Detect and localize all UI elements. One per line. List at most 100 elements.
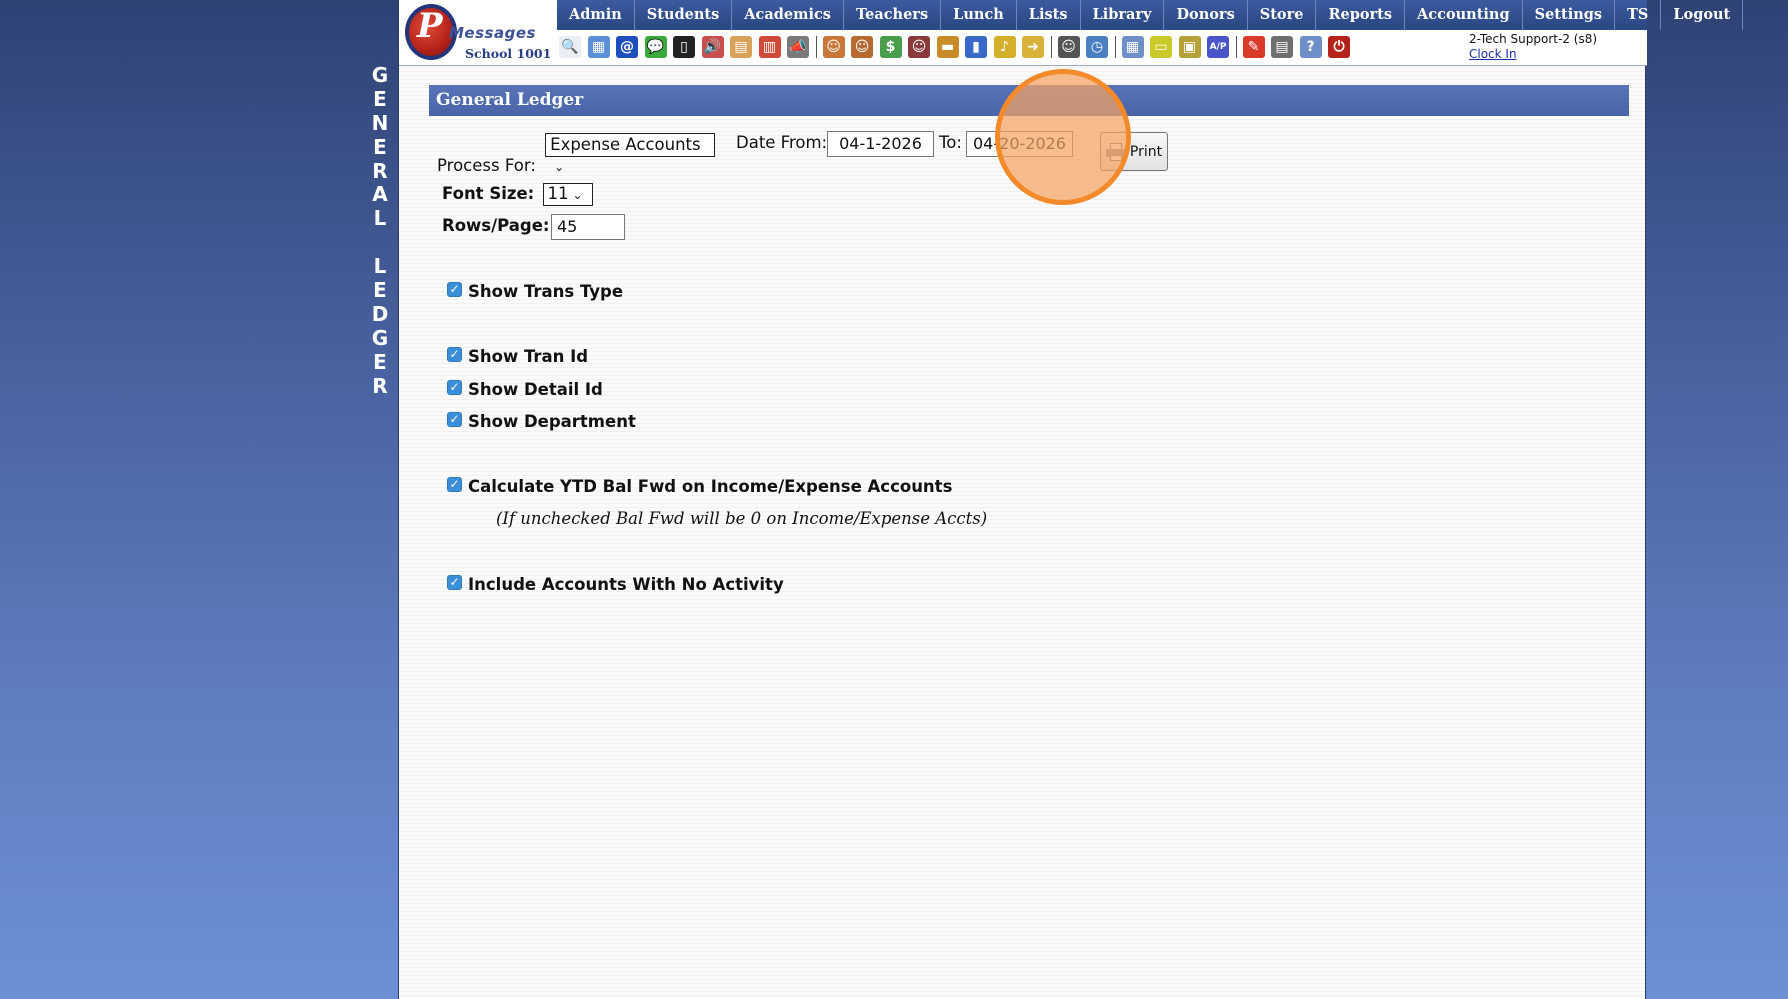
- lunch-icon[interactable]: ▬: [936, 36, 959, 58]
- calc-ytd-note: (If unchecked Bal Fwd will be 0 on Incom…: [496, 509, 988, 528]
- pdf-icon[interactable]: ✎: [1242, 36, 1265, 58]
- nav-item-admin[interactable]: Admin: [557, 0, 635, 30]
- toolbar-separator: [1050, 36, 1052, 58]
- school-logo[interactable]: P Messages School 1001: [401, 2, 555, 62]
- money-icon[interactable]: $: [879, 36, 902, 58]
- show-trans-type-checkbox[interactable]: ✓: [447, 282, 462, 297]
- book-icon[interactable]: ▮: [965, 36, 987, 58]
- nav-item-logout[interactable]: Logout: [1661, 0, 1744, 30]
- nav-item-reports[interactable]: Reports: [1316, 0, 1406, 30]
- vertical-title-letter: E: [373, 86, 387, 111]
- mobile-phone-icon[interactable]: ▯: [673, 36, 695, 58]
- page-title: General Ledger: [429, 85, 1629, 116]
- show-tran-id-checkbox[interactable]: ✓: [447, 347, 462, 362]
- date-from-input[interactable]: 04-1-2026: [827, 131, 934, 157]
- nav-item-students[interactable]: Students: [635, 0, 733, 30]
- staff-icon[interactable]: ☺: [1057, 36, 1080, 58]
- nav-item-academics[interactable]: Academics: [732, 0, 844, 30]
- rows-page-input[interactable]: 45: [551, 214, 625, 240]
- parents-icon[interactable]: ☺: [908, 36, 930, 58]
- vertical-title-letter: L: [373, 254, 387, 279]
- nav-item-settings[interactable]: Settings: [1523, 0, 1616, 30]
- calendar-icon[interactable]: ▥: [758, 36, 781, 58]
- nav-item-ts[interactable]: TS: [1615, 0, 1662, 30]
- print-button-label: Print: [1129, 143, 1163, 160]
- include-no-activity-label: Include Accounts With No Activity: [468, 575, 784, 594]
- show-detail-id-checkbox[interactable]: ✓: [447, 380, 462, 395]
- chevron-down-icon: ⌄: [554, 160, 565, 174]
- logo-school-name: School 1001: [465, 46, 552, 61]
- newsletter-icon[interactable]: ▤: [730, 36, 752, 58]
- date-to-row: To:: [939, 133, 962, 152]
- folder-arrow-icon[interactable]: ➜: [1022, 36, 1044, 58]
- chevron-down-icon: ⌄: [572, 188, 583, 202]
- toolbar-separator: [1114, 36, 1116, 58]
- bell-icon[interactable]: ♪: [993, 36, 1016, 58]
- help-icon[interactable]: ?: [1299, 36, 1322, 58]
- show-tran-id-label: Show Tran Id: [468, 347, 589, 366]
- toolbar-separator: [815, 36, 817, 58]
- date-from-row: Date From:: [736, 133, 827, 152]
- calc-ytd-checkbox[interactable]: ✓: [447, 477, 462, 492]
- date-to-label: To:: [939, 133, 962, 152]
- teacher-icon[interactable]: ☺: [851, 36, 873, 58]
- print-button[interactable]: Print: [1100, 132, 1168, 171]
- vertical-page-title: GENERALLEDGER: [368, 63, 392, 398]
- user-name: 2-Tech Support-2 (s8): [1469, 32, 1598, 46]
- process-for-row: Process For: Expense Accounts ⌄: [437, 133, 716, 175]
- accounts-payable-icon[interactable]: A/P: [1207, 36, 1229, 58]
- rows-page-row: Rows/Page:: [442, 216, 550, 235]
- clock-icon[interactable]: ◷: [1086, 36, 1108, 58]
- spreadsheet-icon[interactable]: ▦: [1121, 36, 1144, 58]
- font-size-value: 11: [547, 184, 569, 203]
- nav-item-lists[interactable]: Lists: [1017, 0, 1081, 30]
- clock-in-link[interactable]: Clock In: [1469, 47, 1517, 61]
- student-add-icon[interactable]: ☺: [822, 36, 845, 58]
- show-detail-id-label: Show Detail Id: [468, 380, 603, 399]
- ticket-icon[interactable]: ▭: [1150, 36, 1172, 58]
- nav-item-accounting[interactable]: Accounting: [1405, 0, 1523, 30]
- nav-item-library[interactable]: Library: [1081, 0, 1165, 30]
- main-nav: Admin Students Academics Teachers Lunch Lists…: [557, 0, 1744, 30]
- printer-stack-icon[interactable]: ▤: [1271, 36, 1293, 58]
- nav-item-store[interactable]: Store: [1248, 0, 1317, 30]
- show-trans-type-label: Show Trans Type: [468, 282, 624, 301]
- toolbar-separator: [1235, 36, 1237, 58]
- vertical-title-letter: L: [373, 206, 387, 231]
- vertical-title-letter: A: [372, 182, 388, 207]
- font-size-select[interactable]: 11 ⌄: [542, 183, 593, 206]
- cash-register-icon[interactable]: ▣: [1178, 36, 1201, 58]
- vertical-title-letter: R: [372, 158, 388, 183]
- nav-item-teachers[interactable]: Teachers: [844, 0, 942, 30]
- power-icon[interactable]: ⏻: [1328, 36, 1350, 58]
- rows-page-label: Rows/Page:: [442, 216, 550, 235]
- logo-letter: P: [417, 6, 443, 46]
- nav-item-lunch[interactable]: Lunch: [941, 0, 1017, 30]
- process-for-value: Expense Accounts: [550, 135, 701, 154]
- printer-icon: [1105, 142, 1126, 161]
- icon-toolbar: 🔍 ▦ @ 💬 ▯ 🔊 ▤ ▥ 📣 ☺ ☺ $ ☺ ▬ ▮ ♪ ➜ ☺ ◷ ▦ ▭ ▣ A/P ✎ ▤? ⏻: [559, 33, 1357, 61]
- vertical-title-letter: G: [371, 63, 389, 87]
- process-for-label: Process For:: [437, 156, 536, 175]
- email-at-icon[interactable]: @: [616, 36, 638, 58]
- vertical-title-letter: N: [371, 110, 389, 135]
- vertical-title-letter: [368, 231, 392, 255]
- search-icon[interactable]: 🔍: [559, 36, 581, 58]
- vertical-title-letter: E: [373, 134, 387, 159]
- date-from-label: Date From:: [736, 133, 828, 152]
- date-to-input[interactable]: 04-20-2026: [966, 131, 1073, 157]
- include-no-activity-checkbox[interactable]: ✓: [447, 575, 462, 590]
- vertical-title-letter: E: [373, 349, 387, 374]
- process-for-select[interactable]: Expense Accounts ⌄: [545, 133, 716, 174]
- show-department-checkbox[interactable]: ✓: [447, 412, 462, 427]
- font-size-row: Font Size: 11 ⌄: [442, 183, 593, 206]
- speaker-icon[interactable]: 🔊: [701, 36, 724, 58]
- megaphone-icon[interactable]: 📣: [787, 36, 809, 58]
- grid-icon[interactable]: ▦: [587, 36, 610, 58]
- show-department-label: Show Department: [468, 412, 636, 431]
- user-info: 2-Tech Support-2 (s8) Clock In: [1469, 32, 1597, 62]
- nav-item-donors[interactable]: Donors: [1164, 0, 1248, 30]
- chat-icon[interactable]: 💬: [644, 36, 667, 58]
- vertical-title-letter: R: [372, 373, 388, 398]
- logo-brand-text: Messages: [449, 24, 536, 42]
